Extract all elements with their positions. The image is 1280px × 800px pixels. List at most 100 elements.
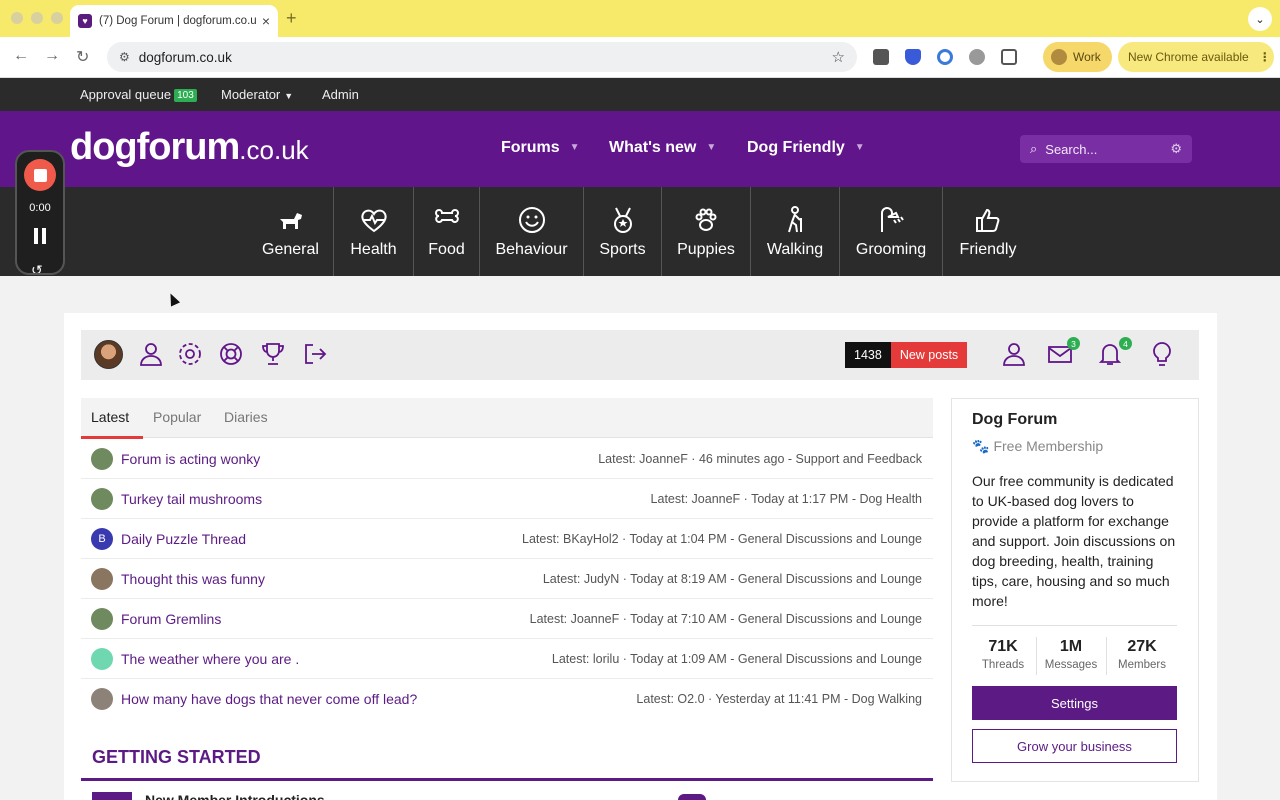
thread-title-link[interactable]: Daily Puzzle Thread — [121, 531, 246, 547]
stop-icon — [33, 168, 47, 182]
tab-latest[interactable]: Latest — [91, 409, 129, 425]
stop-recording-button[interactable] — [24, 159, 56, 191]
table-row[interactable]: B Daily Puzzle Thread Latest: BKayHol2 ·… — [81, 519, 933, 559]
staff-bar: Approval queue 103 Moderator ▼ Admin — [0, 78, 1280, 111]
thread-title-link[interactable]: Turkey tail mushrooms — [121, 491, 262, 507]
moderator-menu[interactable]: Moderator ▼ — [221, 87, 293, 102]
thread-meta: Latest: O2.0 · Yesterday at 11:41 PM - D… — [636, 692, 922, 706]
close-tab-icon[interactable]: × — [262, 13, 270, 29]
bone-icon — [434, 208, 459, 223]
search-icon: ⌕ — [1030, 141, 1038, 156]
browser-tab[interactable]: ♥ (7) Dog Forum | dogforum.co.uk × — [70, 5, 278, 37]
admin-link[interactable]: Admin — [322, 87, 359, 102]
nav-forums[interactable]: Forums ▼ — [501, 139, 580, 157]
window-minimize-button[interactable] — [31, 12, 43, 24]
avatar: B — [91, 527, 113, 550]
category-puppies[interactable]: Puppies — [662, 187, 751, 276]
category-friendly[interactable]: Friendly — [943, 187, 1033, 276]
table-row[interactable]: Turkey tail mushrooms Latest: JoanneF · … — [81, 479, 933, 519]
table-row[interactable]: Forum Gremlins Latest: JoanneF · Today a… — [81, 599, 933, 639]
new-posts-count: 1438 — [845, 342, 891, 368]
bookmark-star-icon[interactable]: ☆ — [832, 48, 845, 66]
inbox-count-badge: 3 — [1067, 337, 1080, 350]
gear-icon[interactable] — [177, 341, 203, 367]
search-options-gear-icon[interactable]: ⚙ — [1170, 141, 1182, 157]
pause-recording-button[interactable] — [34, 228, 46, 244]
forward-arrow-icon[interactable]: → — [44, 47, 60, 65]
approval-queue-link[interactable]: Approval queue 103 — [80, 87, 197, 102]
nav-dog-friendly[interactable]: Dog Friendly ▼ — [747, 139, 865, 157]
category-grooming[interactable]: Grooming — [840, 187, 943, 276]
thread-title-link[interactable]: Forum Gremlins — [121, 611, 221, 627]
site-header: dogforum.co.uk Forums ▼ What's new ▼ Dog F… — [0, 111, 1280, 187]
mouse-cursor — [165, 291, 181, 307]
sidebar-subtitle: 🐾 Free Membership — [972, 438, 1104, 454]
thread-meta: Latest: JoanneF · Today at 1:17 PM - Dog… — [650, 491, 922, 506]
extension-script-icon[interactable] — [873, 49, 889, 65]
grow-business-button[interactable]: Grow your business — [972, 729, 1177, 763]
new-posts-button[interactable]: 1438 New posts — [845, 342, 968, 368]
restart-recording-icon[interactable]: ↺ — [31, 262, 43, 273]
table-row[interactable]: How many have dogs that never come off l… — [81, 679, 933, 719]
heartbeat-icon — [360, 209, 387, 232]
window-close-button[interactable] — [11, 12, 23, 24]
chrome-update-button[interactable]: New Chrome available ⋮ — [1118, 42, 1274, 72]
divider — [972, 625, 1177, 626]
avatar[interactable] — [94, 340, 123, 369]
nav-whats-new[interactable]: What's new ▼ — [609, 139, 716, 157]
trophy-icon[interactable] — [260, 341, 286, 367]
account-icon[interactable] — [1001, 341, 1027, 367]
site-settings-icon[interactable]: ⚙ — [119, 50, 130, 64]
caret-down-icon: ▼ — [284, 91, 294, 101]
forum-node-icon — [92, 792, 132, 800]
new-tab-icon[interactable]: + — [286, 8, 297, 29]
extensions-puzzle-icon[interactable] — [1001, 49, 1017, 65]
user-profile-icon[interactable] — [138, 341, 164, 367]
category-health[interactable]: Health — [334, 187, 414, 276]
avatar — [91, 688, 113, 710]
category-general[interactable]: General — [248, 187, 334, 276]
thread-title-link[interactable]: Thought this was funny — [121, 571, 265, 587]
stat-messages: 1M Messages — [1044, 638, 1098, 671]
category-food[interactable]: Food — [414, 187, 480, 276]
site-logo[interactable]: dogforum.co.uk — [70, 126, 309, 169]
avatar — [91, 487, 113, 510]
lightbulb-icon[interactable] — [1149, 341, 1175, 367]
forum-node-title[interactable]: New Member Introductions — [145, 792, 325, 800]
thread-title-link[interactable]: How many have dogs that never come off l… — [121, 691, 417, 707]
thread-title-link[interactable]: Forum is acting wonky — [121, 451, 260, 467]
extension-shield-icon[interactable] — [905, 49, 921, 65]
stat-members: 27K Members — [1118, 638, 1166, 671]
tab-popular[interactable]: Popular — [153, 409, 201, 425]
thumbs-up-icon — [976, 208, 1000, 232]
table-row[interactable]: Thought this was funny Latest: JudyN · T… — [81, 559, 933, 599]
category-walking[interactable]: Walking — [751, 187, 840, 276]
table-row[interactable]: Forum is acting wonky Latest: JoanneF · … — [81, 439, 933, 479]
thread-title-link[interactable]: The weather where you are . — [121, 651, 299, 667]
tab-diaries[interactable]: Diaries — [224, 409, 268, 425]
table-row[interactable]: The weather where you are . Latest: lori… — [81, 639, 933, 679]
category-sports[interactable]: Sports — [584, 187, 662, 276]
address-bar[interactable]: ⚙ dogforum.co.uk ☆ — [107, 42, 857, 72]
lifebuoy-icon[interactable] — [218, 341, 244, 367]
dog-icon — [279, 212, 302, 229]
caret-down-icon: ▼ — [854, 142, 865, 153]
settings-button[interactable]: Settings — [972, 686, 1177, 720]
extension-network-icon[interactable] — [969, 49, 985, 65]
tab-search-chevron-icon[interactable]: ⌄ — [1248, 7, 1272, 31]
category-behaviour[interactable]: Behaviour — [480, 187, 584, 276]
paw-icon: 🐾 — [972, 438, 990, 454]
reload-icon[interactable]: ↻ — [76, 47, 89, 67]
extension-circle-icon[interactable] — [937, 49, 953, 65]
hiker-icon — [788, 205, 802, 232]
logout-icon[interactable] — [302, 341, 328, 367]
kebab-menu-icon[interactable]: ⋮ — [1259, 50, 1271, 64]
screen-recorder-widget: 0:00 ↺ — [15, 150, 65, 275]
search-input[interactable]: ⌕ Search... ⚙ — [1020, 135, 1192, 163]
favicon-icon: ♥ — [78, 14, 92, 28]
window-zoom-button[interactable] — [51, 12, 63, 24]
back-arrow-icon[interactable]: ← — [13, 47, 29, 65]
caret-down-icon: ▼ — [569, 142, 580, 153]
profile-button[interactable]: Work — [1043, 42, 1112, 72]
section-divider — [81, 778, 933, 781]
